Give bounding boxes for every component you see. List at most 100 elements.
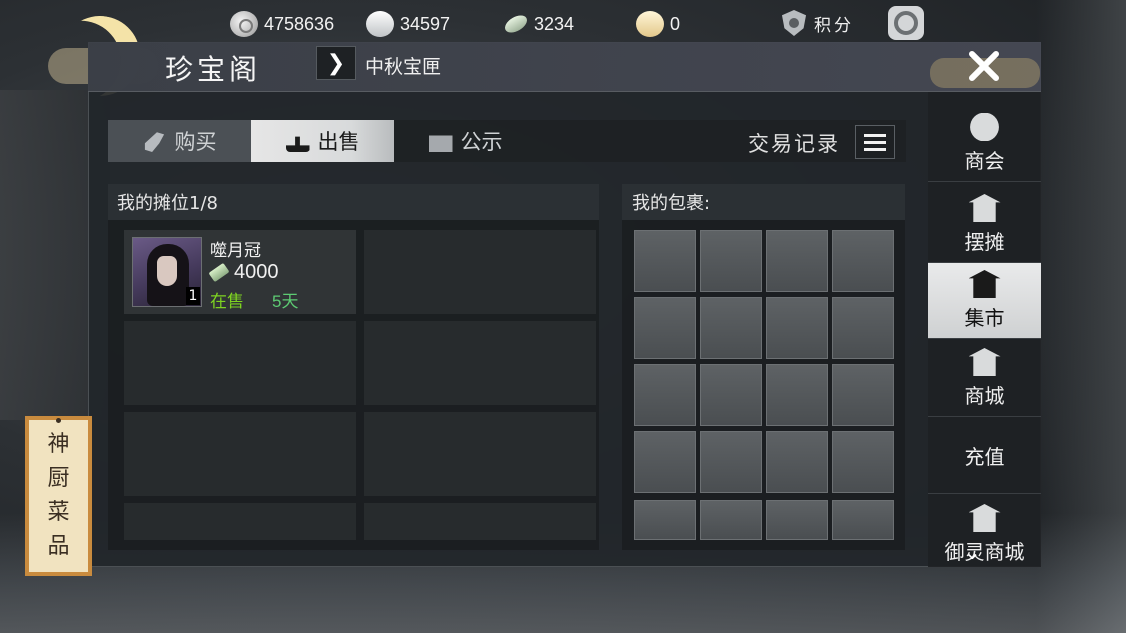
tab-sell[interactable]: 出售 — [251, 120, 394, 162]
close-icon — [964, 46, 1004, 86]
bag-cell[interactable] — [832, 500, 894, 540]
bag-cell[interactable] — [634, 431, 696, 493]
breadcrumb-label[interactable]: 中秋宝匣 — [365, 52, 441, 79]
stall-slot-empty[interactable] — [364, 321, 596, 405]
portrait-face — [157, 256, 177, 286]
item-status: 在售 — [210, 292, 244, 312]
bag-cell[interactable] — [832, 297, 894, 359]
resource-gold: 0 — [636, 10, 680, 38]
breadcrumb-arrow-button[interactable]: ❯ — [316, 46, 356, 80]
plaque-pin — [56, 418, 61, 423]
bag-cell[interactable] — [700, 230, 762, 292]
trade-record-button[interactable] — [855, 125, 895, 159]
chef-dishes-plaque[interactable]: 神 厨 菜 品 — [25, 416, 92, 576]
resource-silver-value: 34597 — [400, 13, 451, 34]
stall-slot-empty[interactable] — [124, 412, 356, 496]
tab-buy-label: 购买 — [174, 130, 217, 154]
bag-cell[interactable] — [766, 230, 828, 292]
list-icon-line — [864, 133, 886, 137]
stall-slot-empty[interactable] — [364, 503, 596, 540]
bag-cell[interactable] — [700, 500, 762, 540]
sidebar-item-shop[interactable]: 商城 — [928, 341, 1041, 417]
resource-copper: 4758636 — [230, 10, 334, 38]
buy-icon — [144, 132, 165, 152]
stall-slot-empty[interactable] — [124, 503, 356, 540]
market-icon — [968, 270, 1001, 298]
sidebar-item-stall[interactable]: 摆摊 — [928, 187, 1041, 263]
sidebar-item-label: 充值 — [964, 445, 1005, 469]
sidebar-item-guild[interactable]: 商会 — [928, 106, 1041, 182]
settings-gear-icon[interactable] — [888, 6, 924, 40]
sidebar-item-market[interactable]: 集市 — [928, 263, 1041, 339]
plaque-char: 菜 — [47, 500, 70, 525]
trade-record-label[interactable]: 交易记录 — [748, 128, 840, 158]
list-icon-line — [864, 147, 886, 151]
resource-silver: 34597 — [366, 10, 450, 38]
bag-cell[interactable] — [634, 364, 696, 426]
resource-gold-value: 0 — [670, 13, 681, 34]
tab-buy[interactable]: 购买 — [108, 120, 251, 162]
jade-ticket-icon — [502, 11, 530, 37]
sidebar-item-label: 摆摊 — [964, 230, 1005, 254]
copper-coin-icon — [230, 11, 258, 37]
gold-ingot-icon — [636, 11, 664, 37]
my-stall-title: 我的摊位1/8 — [108, 184, 599, 220]
sell-icon — [285, 136, 310, 152]
resource-jade-value: 3234 — [534, 13, 575, 34]
points-label: 积分 — [814, 15, 854, 36]
silver-ingot-icon — [366, 11, 394, 37]
stall-icon — [968, 194, 1001, 222]
sidebar-item-spirit-shop[interactable]: 御灵商城 — [928, 497, 1041, 567]
notice-icon — [428, 135, 453, 152]
bag-cell[interactable] — [634, 500, 696, 540]
sidebar-item-label: 商城 — [964, 384, 1005, 408]
plaque-char: 神 — [47, 432, 70, 457]
sidebar-item-label: 御灵商城 — [944, 540, 1025, 564]
scroll-down-chevron-icon[interactable]: ⌄ — [964, 540, 981, 564]
bag-cell[interactable] — [700, 431, 762, 493]
tab-sell-label: 出售 — [317, 130, 360, 154]
item-price-value: 4000 — [234, 261, 279, 283]
bag-cell[interactable] — [700, 297, 762, 359]
bag-cell[interactable] — [832, 431, 894, 493]
stall-item-card[interactable]: 1 噬月冠 4000 在售 5天 — [124, 230, 356, 314]
bag-cell[interactable] — [766, 297, 828, 359]
resource-copper-value: 4758636 — [264, 13, 335, 34]
sidebar-item-recharge[interactable]: 充值 — [928, 418, 1041, 494]
bag-cell[interactable] — [766, 431, 828, 493]
points-button[interactable]: 积分 — [782, 10, 854, 36]
item-days-remaining: 5天 — [272, 292, 299, 311]
jade-ticket-icon — [208, 262, 230, 283]
item-name: 噬月冠 — [210, 241, 261, 261]
bag-cell[interactable] — [634, 297, 696, 359]
chevron-right-icon: ❯ — [326, 50, 346, 76]
stall-slot-empty[interactable] — [124, 321, 356, 405]
page-title: 珍宝阁 — [165, 53, 262, 86]
sidebar-item-label: 商会 — [964, 149, 1005, 173]
list-icon-line — [864, 140, 886, 144]
bag-cell[interactable] — [700, 364, 762, 426]
item-quantity: 1 — [186, 287, 200, 305]
stall-slot-empty[interactable] — [364, 412, 596, 496]
bag-cell[interactable] — [766, 364, 828, 426]
bag-cell[interactable] — [634, 230, 696, 292]
stall-slot-empty[interactable] — [364, 230, 596, 314]
resource-jade: 3234 — [502, 10, 575, 38]
guild-emblem-icon — [970, 113, 999, 141]
spirit-shop-icon — [968, 504, 1001, 532]
close-button[interactable] — [955, 42, 1013, 90]
plaque-char: 品 — [47, 534, 70, 559]
my-bag-title: 我的包裹: — [622, 184, 905, 220]
item-portrait: 1 — [132, 237, 202, 307]
tab-notice[interactable]: 公示 — [394, 120, 537, 162]
resource-bar: 4758636 34597 3234 0 积分 — [0, 0, 1126, 46]
bag-cell[interactable] — [832, 364, 894, 426]
plaque-char: 厨 — [47, 466, 70, 491]
shop-icon — [968, 348, 1001, 376]
item-price: 4000 — [208, 261, 279, 284]
sidebar-item-label: 集市 — [964, 306, 1005, 330]
tab-notice-label: 公示 — [460, 130, 503, 154]
bag-cell[interactable] — [832, 230, 894, 292]
bag-cell[interactable] — [766, 500, 828, 540]
right-sidebar: 商会 摆摊 集市 商城 充值 御灵商城 — [928, 92, 1041, 567]
